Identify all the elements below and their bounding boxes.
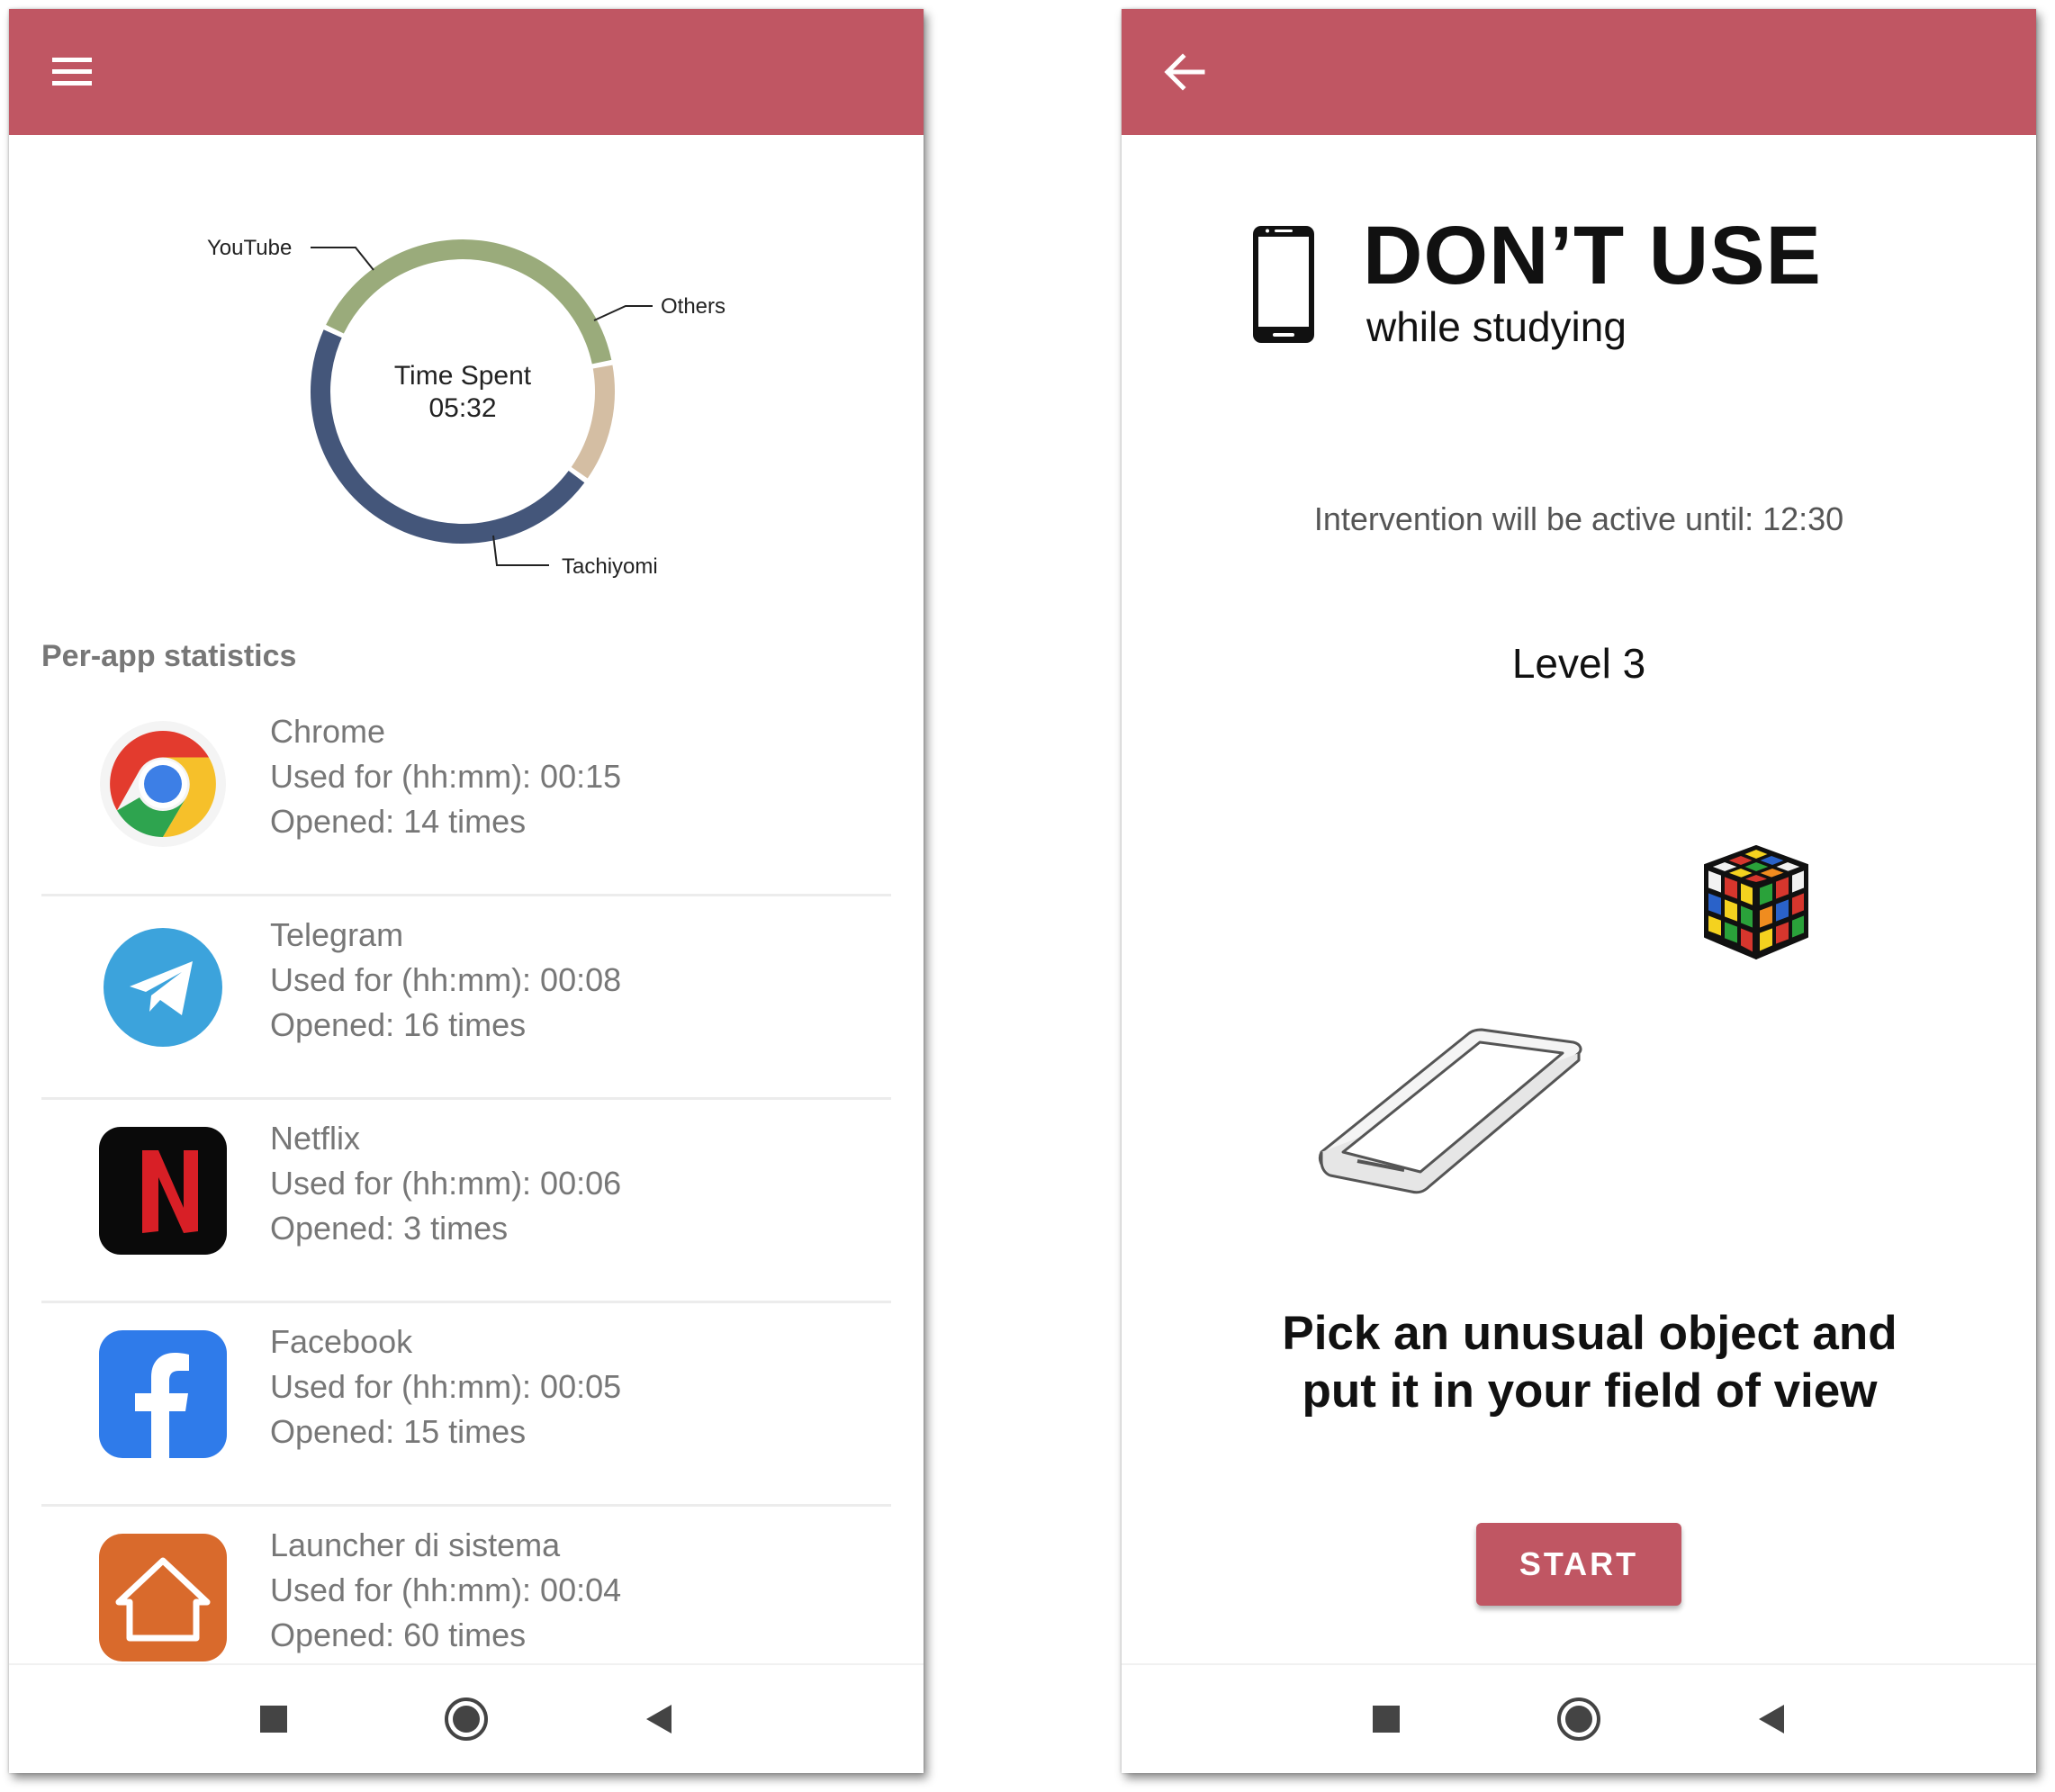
app-usage-time: Used for (hh:mm): 00:05 [270, 1368, 622, 1405]
app-name: Launcher di sistema [270, 1526, 561, 1563]
donut-slice-youtube [326, 239, 612, 365]
list-item-launcher[interactable]: Launcher di sistema Used for (hh:mm): 00… [9, 1507, 924, 1665]
system-navigation-bar [1122, 1663, 2036, 1773]
level-label: Level 3 [1511, 640, 1646, 687]
intervention-screen: DON’T USE while studying Intervention wi… [1122, 9, 2036, 1773]
donut-slice-others [571, 365, 615, 479]
app-details: Netflix Used for (hh:mm): 00:06 Opened: … [270, 1116, 621, 1251]
rubiks-cube-icon [1704, 845, 1808, 959]
instruction-line-1: Pick an unusual object and [1282, 1307, 1897, 1360]
donut-center-value: 05:32 [428, 393, 496, 423]
app-name: Telegram [270, 916, 404, 953]
section-title: Per-app statistics [41, 639, 297, 673]
home-icon [99, 1534, 227, 1661]
hamburger-menu-icon[interactable] [43, 43, 101, 101]
telegram-icon [104, 928, 222, 1047]
app-open-count: Opened: 60 times [270, 1616, 527, 1653]
intervention-title: DON’T USE [1363, 210, 1822, 302]
list-item-facebook[interactable]: Facebook Used for (hh:mm): 00:05 Opened:… [9, 1303, 924, 1507]
back-arrow-icon[interactable] [1156, 43, 1213, 101]
phone-lying-down-illustration [1318, 1028, 1582, 1194]
top-app-bar [1122, 9, 2036, 135]
usage-statistics-screen: YouTube Others Tachiyomi Time Spent 05:3… [9, 9, 924, 1773]
start-button[interactable]: START [1476, 1523, 1681, 1606]
slice-label-others: Others [661, 294, 726, 319]
home-circle-icon[interactable] [1552, 1692, 1606, 1746]
app-details: Telegram Used for (hh:mm): 00:08 Opened:… [270, 913, 621, 1048]
app-name: Netflix [270, 1120, 361, 1157]
back-triangle-icon[interactable] [1744, 1692, 1798, 1746]
slice-label-tachiyomi: Tachiyomi [562, 554, 658, 579]
intervention-subtitle: while studying [1366, 303, 1627, 350]
app-name: Facebook [270, 1323, 413, 1360]
system-navigation-bar [9, 1663, 924, 1773]
app-details: Chrome Used for (hh:mm): 00:15 Opened: 1… [270, 709, 621, 844]
app-usage-time: Used for (hh:mm): 00:15 [270, 758, 622, 795]
recents-square-icon[interactable] [1359, 1692, 1413, 1746]
app-name: Chrome [270, 713, 386, 750]
donut-center-label: Time Spent [394, 361, 532, 391]
app-open-count: Opened: 3 times [270, 1210, 509, 1247]
app-list[interactable]: Chrome Used for (hh:mm): 00:15 Opened: 1… [9, 693, 924, 1665]
app-usage-time: Used for (hh:mm): 00:04 [270, 1571, 622, 1608]
time-spent-donut-chart: YouTube Others Tachiyomi Time Spent 05:3… [207, 236, 726, 579]
app-details: Launcher di sistema Used for (hh:mm): 00… [270, 1523, 621, 1658]
top-app-bar [9, 9, 924, 135]
app-details: Facebook Used for (hh:mm): 00:05 Opened:… [270, 1319, 621, 1454]
app-open-count: Opened: 14 times [270, 803, 527, 840]
instruction-line-2: put it in your field of view [1302, 1364, 1878, 1418]
facebook-icon [99, 1330, 227, 1458]
list-item-chrome[interactable]: Chrome Used for (hh:mm): 00:15 Opened: 1… [9, 693, 924, 896]
list-item-netflix[interactable]: Netflix Used for (hh:mm): 00:06 Opened: … [9, 1100, 924, 1303]
recents-square-icon[interactable] [247, 1692, 301, 1746]
app-usage-time: Used for (hh:mm): 00:06 [270, 1165, 622, 1202]
list-item-telegram[interactable]: Telegram Used for (hh:mm): 00:08 Opened:… [9, 896, 924, 1100]
slice-label-youtube: YouTube [207, 236, 292, 260]
home-circle-icon[interactable] [439, 1692, 493, 1746]
back-triangle-icon[interactable] [632, 1692, 686, 1746]
app-open-count: Opened: 16 times [270, 1006, 527, 1043]
netflix-icon [99, 1127, 227, 1255]
smartphone-icon [1253, 226, 1314, 343]
chrome-icon [100, 721, 226, 847]
intervention-active-until: Intervention will be active until: 12:30 [1313, 500, 1844, 537]
instruction-text: Pick an unusual object and put it in you… [1230, 1305, 1950, 1420]
app-open-count: Opened: 15 times [270, 1413, 527, 1450]
app-usage-time: Used for (hh:mm): 00:08 [270, 961, 622, 998]
